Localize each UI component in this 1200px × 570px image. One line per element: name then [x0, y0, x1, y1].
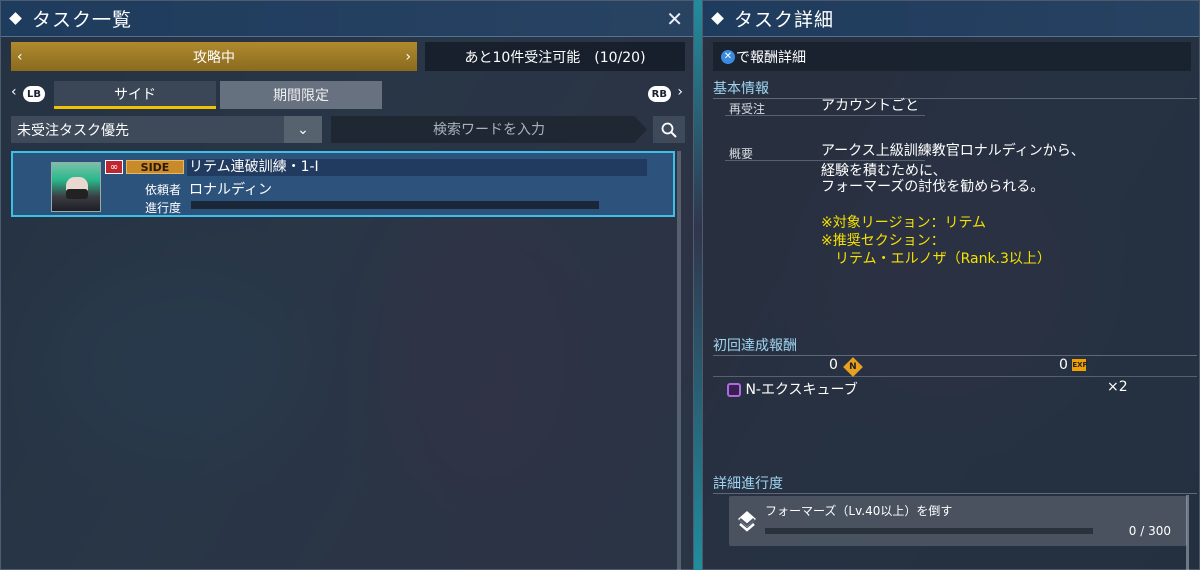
chevron-right-icon[interactable]: › [405, 49, 411, 65]
exp-value: 0 [1059, 357, 1068, 373]
tab-limited-time[interactable]: 期間限定 [220, 81, 382, 109]
task-list: ∞ SIDE リテム連破訓練・1-Ⅰ 依頼者 ロナルディン 進行度 [11, 151, 681, 570]
client-label: 依頼者 [145, 183, 182, 197]
objective-progress-bar [765, 528, 1093, 534]
search-icon [661, 122, 677, 138]
diamond-icon [711, 12, 724, 25]
summary-line-3: フォーマーズの討伐を勧められる。 [821, 179, 1045, 195]
objective-chevron-icon [738, 511, 756, 532]
task-detail-header: タスク詳細 [703, 1, 1199, 37]
item-reward[interactable]: N-エクスキューブ [727, 379, 858, 399]
progress-label: 進行度 [145, 201, 182, 215]
reaccept-value: アカウントごと [821, 98, 919, 114]
exp-reward: 0 EXP [1059, 357, 1088, 373]
section-basic-info: 基本情報 [713, 78, 1197, 99]
search-input[interactable] [331, 116, 647, 143]
objective-item: フォーマーズ（Lv.40以上）を倒す 0 / 300 [729, 496, 1187, 546]
exp-icon: EXP [1072, 359, 1088, 371]
task-list-header: タスク一覧 ✕ [1, 1, 693, 37]
task-progress-bar [191, 201, 599, 209]
note-line-2: ※推奨セクション： [821, 233, 945, 249]
cube-icon [727, 383, 741, 397]
task-list-title: タスク一覧 [32, 9, 133, 31]
task-detail-panel: タスク詳細 ✕ で報酬詳細 基本情報 再受注 アカウントごと 概要 アークス上級… [702, 0, 1200, 570]
note-line-1: ※対象リージョン：リテム [821, 215, 987, 231]
item-name: N-エクスキューブ [745, 382, 858, 398]
section-detail-progress: 詳細進行度 [713, 473, 1197, 494]
search-button[interactable] [653, 116, 685, 143]
summary-line-1: アークス上級訓練教官ロナルディンから、 [821, 143, 1085, 159]
rb-button-icon[interactable]: RB [647, 86, 671, 102]
objective-count: 0 / 300 [1128, 524, 1171, 538]
task-list-item[interactable]: ∞ SIDE リテム連破訓練・1-Ⅰ 依頼者 ロナルディン 進行度 [11, 151, 675, 217]
filter-row: 未受注タスク優先 ⌄ [11, 116, 685, 143]
client-name: ロナルディン [189, 182, 273, 198]
section-first-reward: 初回達成報酬 [713, 335, 1197, 356]
meseta-reward: 0 N [829, 357, 864, 377]
note-line-3: リテム・エルノザ（Rank.3以上） [821, 251, 1051, 267]
tab-side[interactable]: サイド [54, 81, 216, 109]
meseta-value: 0 [829, 357, 838, 373]
status-row: ‹ 攻略中 › あと10件受注可能 (10/20) [11, 42, 685, 71]
panel-divider [694, 0, 702, 570]
chevron-down-icon[interactable]: ⌄ [284, 116, 322, 143]
reward-detail-hint[interactable]: ✕ で報酬詳細 [713, 42, 1191, 71]
chevron-right-icon: › [677, 84, 683, 100]
category-badge: SIDE [126, 160, 184, 174]
repeatable-icon: ∞ [105, 160, 123, 174]
task-title: リテム連破訓練・1-Ⅰ [187, 159, 647, 176]
status-filter-label: 攻略中 [193, 49, 235, 66]
task-detail-title: タスク詳細 [734, 9, 835, 31]
status-filter-selector[interactable]: ‹ 攻略中 › [11, 42, 417, 71]
item-quantity: ×2 [1107, 379, 1128, 395]
meseta-icon: N [843, 357, 864, 377]
x-button-icon: ✕ [721, 49, 735, 64]
close-button[interactable]: ✕ [666, 7, 683, 31]
task-list-scrollbar[interactable] [677, 151, 681, 570]
lb-button-icon[interactable]: LB [23, 86, 45, 102]
detail-scrollbar[interactable] [1186, 495, 1189, 570]
task-list-panel: タスク一覧 ✕ ‹ 攻略中 › あと10件受注可能 (10/20) ‹ LB サ… [0, 0, 694, 570]
accept-count-info: あと10件受注可能 (10/20) [425, 42, 685, 71]
diamond-icon [9, 12, 22, 25]
chevron-left-icon: ‹ [11, 84, 17, 100]
reward-detail-label: で報酬詳細 [736, 49, 806, 66]
sort-select[interactable]: 未受注タスク優先 ⌄ [11, 116, 322, 143]
category-tabs: ‹ LB サイド 期間限定 RB › [11, 81, 685, 109]
client-avatar [51, 162, 101, 212]
objective-text: フォーマーズ（Lv.40以上）を倒す [765, 504, 953, 518]
sort-select-label: 未受注タスク優先 [17, 122, 129, 139]
